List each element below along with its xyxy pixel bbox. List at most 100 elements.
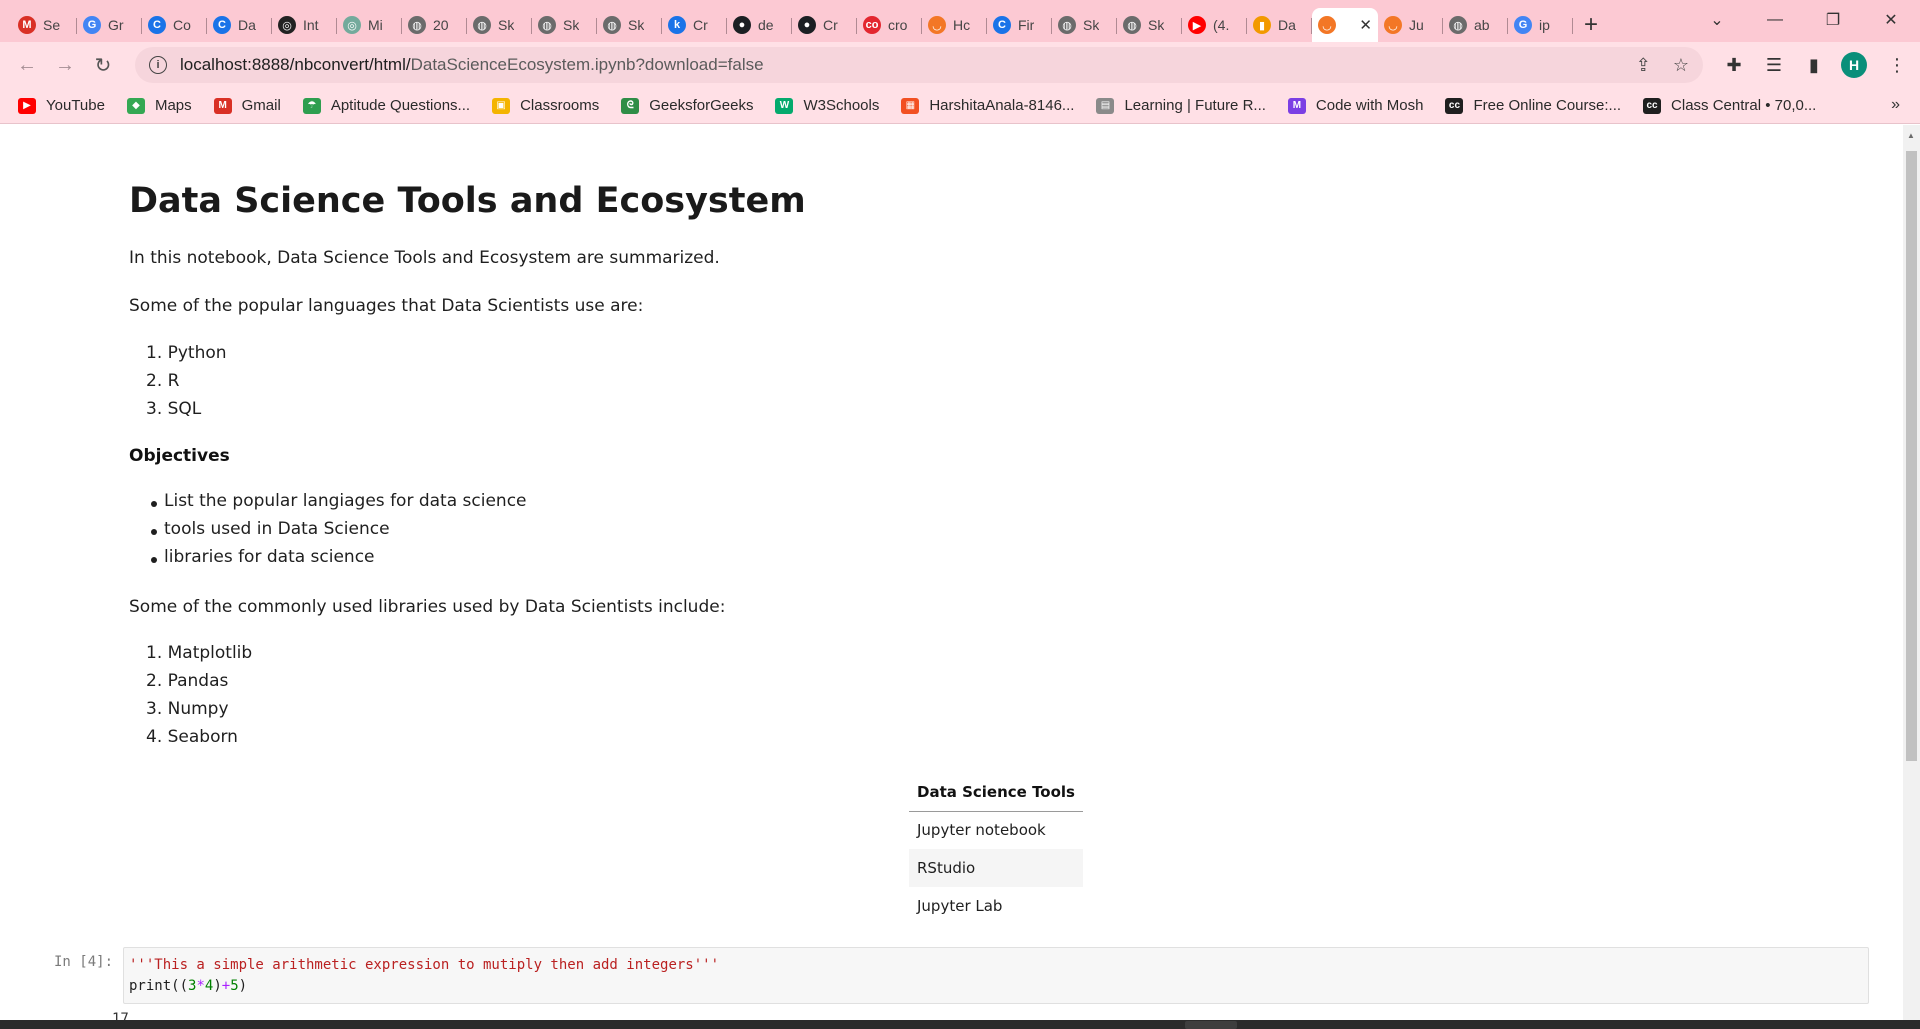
url-path: DataScienceEcosystem.ipynb?download=fals… — [410, 55, 764, 74]
microsoft-icon: ▦ — [901, 97, 920, 114]
tab-label: Hc — [953, 17, 971, 33]
code-cell[interactable]: '''This a simple arithmetic expression t… — [123, 947, 1869, 1004]
browser-tab[interactable]: ● Cr — [792, 8, 857, 42]
address-bar[interactable]: i localhost:8888/nbconvert/html/DataScie… — [135, 47, 1703, 83]
list-item-objective: List the popular langiages for data scie… — [164, 491, 527, 511]
browser-tab[interactable]: ◍ Sk — [532, 8, 597, 42]
back-icon[interactable]: ← — [10, 48, 44, 82]
bookmark-label: W3Schools — [803, 97, 880, 114]
browser-tab[interactable]: C Fir — [987, 8, 1052, 42]
browser-tab[interactable]: ◍ Sk — [467, 8, 532, 42]
page-scrollbar[interactable]: ▲ — [1903, 125, 1920, 1020]
browser-tab[interactable]: ◎ Mi — [337, 8, 402, 42]
tab-label: Fir — [1018, 17, 1035, 33]
share-icon[interactable]: ⇪ — [1636, 55, 1651, 76]
tab-label: Sk — [1148, 17, 1165, 33]
tab-search-icon[interactable]: ⌄ — [1688, 0, 1746, 40]
bookmark-item[interactable]: ☂ Aptitude Questions... — [302, 97, 470, 114]
classcentral-icon: cc — [1445, 97, 1464, 114]
umbrella-icon: ☂ — [302, 97, 321, 114]
coursera-icon: co — [863, 16, 881, 34]
mosh-icon: M — [1287, 97, 1306, 114]
youtube-icon: ▶ — [1188, 16, 1206, 34]
bookmark-item[interactable]: ▦ HarshitaAnala-8146... — [901, 97, 1074, 114]
profile-avatar[interactable]: H — [1834, 52, 1874, 78]
bookmark-item[interactable]: M Gmail — [213, 97, 281, 114]
browser-tab[interactable]: C Da — [207, 8, 272, 42]
openai-icon: ◎ — [343, 16, 361, 34]
close-tab-icon[interactable]: ✕ — [1359, 16, 1372, 34]
taskbar — [0, 1020, 1920, 1029]
scroll-up-icon[interactable]: ▲ — [1907, 131, 1915, 140]
new-tab-button[interactable]: + — [1573, 8, 1609, 42]
github-icon: ● — [733, 16, 751, 34]
browser-tab[interactable]: ◡ ✕ — [1312, 8, 1378, 42]
futurer-icon: ▤ — [1096, 97, 1115, 114]
table-row: Jupyter notebook — [917, 821, 1046, 840]
tab-label: Cr — [823, 17, 838, 33]
bookmark-item[interactable]: cc Free Online Course:... — [1445, 97, 1621, 114]
window-controls: ⌄ — ❐ ✕ — [1688, 0, 1920, 42]
site-info-icon[interactable]: i — [149, 56, 167, 74]
browser-tab[interactable]: ◍ Sk — [1117, 8, 1182, 42]
tab-label: Sk — [1083, 17, 1100, 33]
browser-tab[interactable]: ◍ ab — [1443, 8, 1508, 42]
browser-tab[interactable]: ◡ Ju — [1378, 8, 1443, 42]
browser-tab[interactable]: G Gr — [77, 8, 142, 42]
browser-tab[interactable]: ◍ Sk — [1052, 8, 1117, 42]
minimize-icon[interactable]: — — [1746, 0, 1804, 40]
cell-output: 17 — [112, 1011, 129, 1020]
tab-label: cro — [888, 17, 908, 33]
bookmark-item[interactable]: W W3Schools — [775, 97, 879, 114]
code-string: '''This a simple arithmetic expression t… — [129, 957, 720, 973]
bookmark-item[interactable]: ▤ Learning | Future R... — [1096, 97, 1266, 114]
browser-tab[interactable]: ▶ (4. — [1182, 8, 1247, 42]
code-number: 5 — [230, 978, 239, 994]
c-icon: C — [993, 16, 1011, 34]
bookmark-star-icon[interactable]: ☆ — [1673, 55, 1689, 76]
browser-tab[interactable]: Gip — [1508, 8, 1573, 42]
browser-tab[interactable]: ◡ Hc — [922, 8, 987, 42]
taskbar-item[interactable] — [1185, 1021, 1237, 1029]
browser-tab[interactable]: ◎ Int — [272, 8, 337, 42]
reload-icon[interactable]: ↻ — [86, 48, 120, 82]
restore-icon[interactable]: ❐ — [1804, 0, 1862, 40]
tab-label: Sk — [628, 17, 645, 33]
browser-tab[interactable]: C Co — [142, 8, 207, 42]
tab-label: Sk — [498, 17, 515, 33]
code-line-docstring: '''This a simple arithmetic expression t… — [129, 955, 1863, 976]
forward-icon[interactable]: → — [48, 48, 82, 82]
scrollbar-thumb[interactable] — [1906, 151, 1917, 761]
bullet-icon — [151, 501, 157, 507]
bookmark-item[interactable]: cc Class Central • 70,0... — [1643, 97, 1816, 114]
browser-tab[interactable]: ● de — [727, 8, 792, 42]
browser-tab[interactable]: k Cr — [662, 8, 727, 42]
side-panel-icon[interactable]: ▮ — [1794, 55, 1834, 76]
bookmark-item[interactable]: ᘓ GeeksforGeeks — [621, 97, 753, 114]
browser-tab[interactable]: M Se — [12, 8, 77, 42]
avatar: H — [1841, 52, 1867, 78]
extensions-icon[interactable]: ✚ — [1714, 55, 1754, 76]
browser-toolbar: ← → ↻ i localhost:8888/nbconvert/html/Da… — [0, 42, 1920, 88]
tab-label: Int — [303, 17, 319, 33]
browser-menu-icon[interactable]: ⋮ — [1874, 55, 1920, 76]
bookmark-item[interactable]: ▣ Classrooms — [492, 97, 599, 114]
bookmark-item[interactable]: M Code with Mosh — [1287, 97, 1423, 114]
table-row: RStudio — [909, 849, 1083, 887]
bullet-icon — [151, 529, 157, 535]
browser-tab[interactable]: ▮ Da — [1247, 8, 1312, 42]
tab-label: ip — [1539, 17, 1550, 33]
media-control-icon[interactable]: ☰ — [1754, 55, 1794, 76]
book-icon: ▮ — [1253, 16, 1271, 34]
bookmarks-bar: ▶ YouTube ◆ Maps M Gmail ☂ Aptitude Questions..… — [0, 88, 1920, 124]
bookmark-item[interactable]: ◆ Maps — [126, 97, 192, 114]
browser-tab[interactable]: co cro — [857, 8, 922, 42]
tab-label: Ju — [1409, 17, 1424, 33]
more-bookmarks-icon[interactable]: » — [1891, 96, 1900, 114]
browser-tab[interactable]: ◍ 20 — [402, 8, 467, 42]
close-window-icon[interactable]: ✕ — [1862, 0, 1920, 40]
browser-tab[interactable]: ◍ Sk — [597, 8, 662, 42]
bookmark-item[interactable]: ▶ YouTube — [18, 97, 105, 114]
list-item-language: 3. SQL — [146, 399, 202, 419]
url-text[interactable]: localhost:8888/nbconvert/html/DataScienc… — [180, 55, 764, 75]
